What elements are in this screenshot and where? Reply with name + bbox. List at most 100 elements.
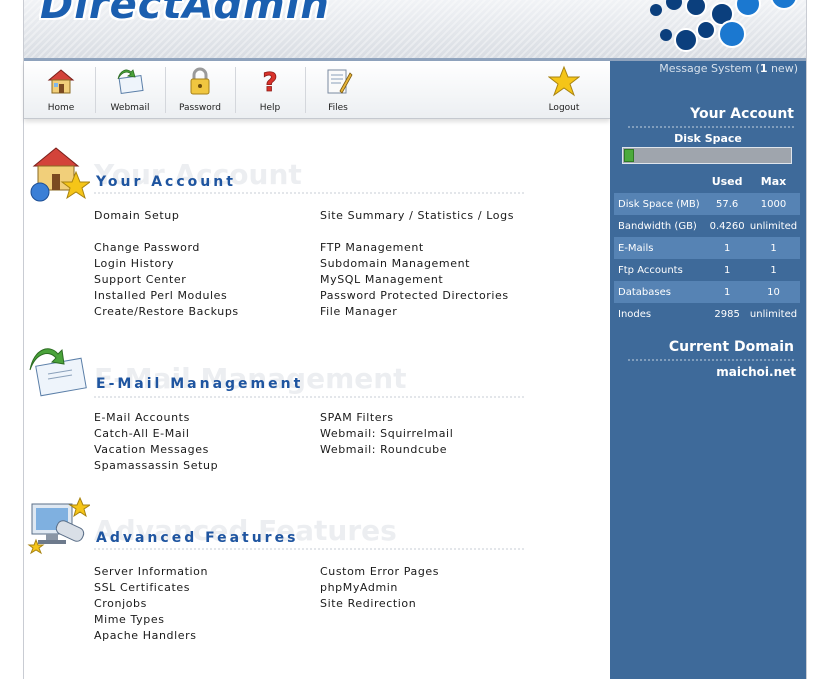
link-catch-all-email[interactable]: Catch-All E-Mail [94,427,189,440]
link-ftp-management[interactable]: FTP Management [320,241,424,254]
link-webmail-squirrelmail[interactable]: Webmail: Squirrelmail [320,427,453,440]
link-file-manager[interactable]: File Manager [320,305,397,318]
link-apache-handlers[interactable]: Apache Handlers [94,629,197,642]
main-content: Your Account Your Account Domain Setup C… [24,118,610,679]
star-icon [548,65,580,97]
toolbar-logout-button[interactable]: Logout [529,61,599,118]
section-title: Advanced Features [96,530,299,546]
toolbar: Home Webmail Password ? Help Files Logou… [24,61,610,119]
stat-name: Ftp Accounts [618,264,683,276]
stat-name: Bandwidth (GB) [618,220,697,232]
stat-used: 1 [707,281,748,303]
logo[interactable]: DirectAdmin [40,0,330,28]
current-domain-value[interactable]: maichoi.net [610,365,796,379]
message-system-label: Message System ( [659,62,760,75]
svg-text:?: ? [262,68,277,97]
files-icon [327,69,353,94]
toolbar-help-button[interactable]: ? Help [235,61,305,118]
stat-used: 57.6 [707,193,748,215]
stat-name: Databases [614,281,708,303]
link-server-information[interactable]: Server Information [94,565,208,578]
table-row: Databases 1 10 [614,281,800,303]
link-support-center[interactable]: Support Center [94,273,186,286]
divider [94,396,524,398]
link-site-summary[interactable]: Site Summary / Statistics / Logs [320,209,514,222]
section-title: Your Account [96,174,236,190]
table-row: Disk Space (MB) 57.6 1000 [614,193,800,215]
stat-used: 1 [723,264,731,276]
link-spamassassin-setup[interactable]: Spamassassin Setup [94,459,218,472]
stat-name: Disk Space (MB) [614,193,708,215]
toolbar-password-label: Password [178,103,222,113]
message-system-suffix: new) [767,62,798,75]
link-mysql-management[interactable]: MySQL Management [320,273,443,286]
link-backups[interactable]: Create/Restore Backups [94,305,239,318]
toolbar-webmail-label: Webmail [110,103,150,113]
table-row: Inodes 2985 unlimited [614,303,800,325]
stat-max: unlimited [749,220,798,232]
logo-dots-graphic [650,0,798,52]
stat-used: 2985 [714,308,740,320]
divider [628,126,796,128]
header-used: Used [711,174,743,188]
link-custom-error-pages[interactable]: Custom Error Pages [320,565,439,578]
webmail-icon [117,69,144,95]
section-title: E-Mail Management [96,376,304,392]
toolbar-files-button[interactable]: Files [303,61,373,118]
stat-name: E-Mails [614,237,708,259]
link-subdomain-management[interactable]: Subdomain Management [320,257,470,270]
message-system-link[interactable]: Message System (1 new) [659,62,798,75]
link-vacation-messages[interactable]: Vacation Messages [94,443,209,456]
toolbar-webmail-button[interactable]: Webmail [95,61,165,118]
table-header-row: Used Max [614,169,800,193]
advanced-features-icon [27,496,90,555]
table-row: Bandwidth (GB) 0.4260 unlimited [614,215,800,237]
divider [94,548,524,550]
link-domain-setup[interactable]: Domain Setup [94,209,179,222]
stat-max: unlimited [749,308,798,320]
link-email-accounts[interactable]: E-Mail Accounts [94,411,190,424]
lock-icon [190,67,210,95]
disk-usage-bar [622,147,792,164]
toolbar-home-label: Home [47,103,75,113]
divider [94,192,524,194]
disk-space-label: Disk Space [674,132,742,145]
sidebar-account-heading: Your Account [690,106,794,122]
header-max: Max [760,174,787,188]
stat-max: 10 [747,281,800,303]
divider [628,359,796,361]
stat-max: 1 [747,237,800,259]
stat-used: 1 [707,237,748,259]
link-login-history[interactable]: Login History [94,257,174,270]
toolbar-password-button[interactable]: Password [165,61,235,118]
home-icon [47,69,75,94]
link-mime-types[interactable]: Mime Types [94,613,165,626]
help-icon: ? [262,68,278,97]
house-star-icon [30,147,90,202]
current-domain-heading: Current Domain [668,339,794,355]
link-webmail-roundcube[interactable]: Webmail: Roundcube [320,443,447,456]
link-ssl-certificates[interactable]: SSL Certificates [94,581,190,594]
stat-max: 1 [770,264,777,276]
toolbar-help-label: Help [259,103,281,113]
page-frame: DirectAdmin Home Webmail Password ? Help… [23,0,807,679]
toolbar-home-button[interactable]: Home [26,61,96,118]
link-spam-filters[interactable]: SPAM Filters [320,411,394,424]
table-row: Ftp Accounts 1 1 [614,259,800,281]
table-row: E-Mails 1 1 [614,237,800,259]
header-blank [614,169,707,193]
link-change-password[interactable]: Change Password [94,241,200,254]
usage-stats-table: Used Max Disk Space (MB) 57.6 1000 Bandw… [614,169,800,325]
stat-used: 0.4260 [709,220,745,232]
link-site-redirection[interactable]: Site Redirection [320,597,416,610]
link-cronjobs[interactable]: Cronjobs [94,597,147,610]
toolbar-logout-label: Logout [548,103,580,113]
disk-usage-fill [624,149,634,162]
header-banner: DirectAdmin [24,0,806,61]
link-perl-modules[interactable]: Installed Perl Modules [94,289,227,302]
email-envelope-icon [29,348,87,397]
link-password-protected-directories[interactable]: Password Protected Directories [320,289,509,302]
toolbar-files-label: Files [328,103,348,113]
account-sidebar: Message System (1 new) Your Account Disk… [610,61,806,679]
link-phpmyadmin[interactable]: phpMyAdmin [320,581,398,594]
